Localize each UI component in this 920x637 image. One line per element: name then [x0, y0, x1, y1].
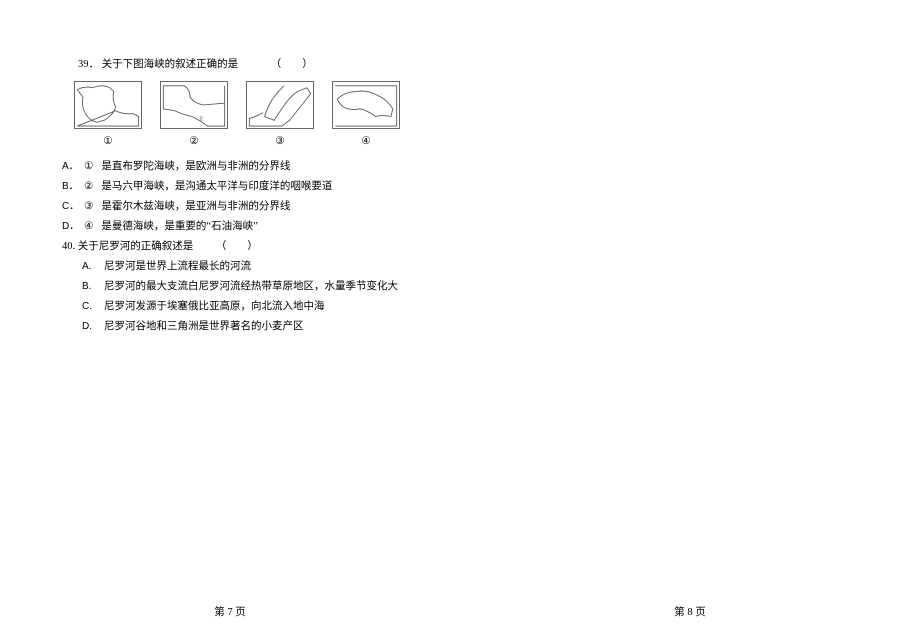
q40-text: 关于尼罗河的正确叙述是: [78, 241, 194, 252]
opt-circle: ③: [84, 197, 93, 217]
opt-text: 尼罗河发源于埃塞俄比亚高原，向北流入地中海: [104, 297, 325, 317]
q40-opt-d: D. 尼罗河谷地和三角洲是世界著名的小麦产区: [82, 317, 920, 337]
map-4: [332, 81, 400, 129]
opt-circle: ④: [84, 217, 93, 237]
opt-text: 是直布罗陀海峡，是欧洲与非洲的分界线: [101, 157, 290, 177]
q39-opt-d: D． ④ 是曼德海峡，是重要的“石油海峡”: [62, 217, 920, 237]
q40-opt-c: C. 尼罗河发源于埃塞俄比亚高原，向北流入地中海: [82, 297, 920, 317]
opt-label: A．: [62, 157, 76, 176]
map-labels: ① ② ③ ④: [74, 135, 920, 147]
map-label-3: ③: [246, 135, 314, 147]
opt-label: D.: [82, 317, 96, 336]
opt-label: A.: [82, 257, 96, 276]
q39-number: 39．: [78, 59, 99, 70]
q40-options: A. 尼罗河是世界上流程最长的河流 B. 尼罗河的最大支流白尼罗河流经热带草原地…: [82, 257, 920, 337]
map-3: [246, 81, 314, 129]
opt-circle: ①: [84, 157, 93, 177]
page-number-left: 第 7 页: [0, 604, 460, 619]
q40-number: 40.: [62, 241, 75, 252]
q39-options: A． ① 是直布罗陀海峡，是欧洲与非洲的分界线 B． ② 是马六甲海峡，是沟通太…: [62, 157, 920, 237]
q39-paren: （ ）: [271, 59, 313, 70]
q39-stem: 39． 关于下图海峡的叙述正确的是 （ ）: [78, 56, 920, 71]
opt-label: B.: [82, 277, 96, 296]
map-label-2: ②: [160, 135, 228, 147]
opt-text: 尼罗河谷地和三角洲是世界著名的小麦产区: [104, 317, 304, 337]
opt-text: 尼罗河是世界上流程最长的河流: [104, 257, 251, 277]
map-label-4: ④: [332, 135, 400, 147]
opt-text: 是马六甲海峡，是沟通太平洋与印度洋的咽喉要道: [101, 177, 332, 197]
map-2: E: [160, 81, 228, 129]
opt-label: C.: [82, 297, 96, 316]
opt-text: 是曼德海峡，是重要的“石油海峡”: [101, 217, 257, 237]
q40-opt-a: A. 尼罗河是世界上流程最长的河流: [82, 257, 920, 277]
opt-text: 尼罗河的最大支流白尼罗河流经热带草原地区，水量季节变化大: [104, 277, 398, 297]
q40-opt-b: B. 尼罗河的最大支流白尼罗河流经热带草原地区，水量季节变化大: [82, 277, 920, 297]
opt-label: C．: [62, 197, 76, 216]
map-1: [74, 81, 142, 129]
map-label-1: ①: [74, 135, 142, 147]
svg-text:E: E: [200, 115, 204, 122]
page-number-right: 第 8 页: [460, 604, 920, 619]
q40-stem: 40. 关于尼罗河的正确叙述是 （ ）: [62, 237, 920, 257]
q39-text: 关于下图海峡的叙述正确的是: [102, 59, 239, 70]
page-footer: 第 7 页 第 8 页: [0, 604, 920, 619]
opt-label: D．: [62, 217, 76, 236]
q39-opt-c: C． ③ 是霍尔木兹海峡，是亚洲与非洲的分界线: [62, 197, 920, 217]
maps-row: E: [74, 81, 920, 129]
q39-opt-b: B． ② 是马六甲海峡，是沟通太平洋与印度洋的咽喉要道: [62, 177, 920, 197]
q40-paren: （ ）: [216, 241, 258, 252]
q39-opt-a: A． ① 是直布罗陀海峡，是欧洲与非洲的分界线: [62, 157, 920, 177]
opt-circle: ②: [84, 177, 93, 197]
opt-text: 是霍尔木兹海峡，是亚洲与非洲的分界线: [101, 197, 290, 217]
opt-label: B．: [62, 177, 76, 196]
